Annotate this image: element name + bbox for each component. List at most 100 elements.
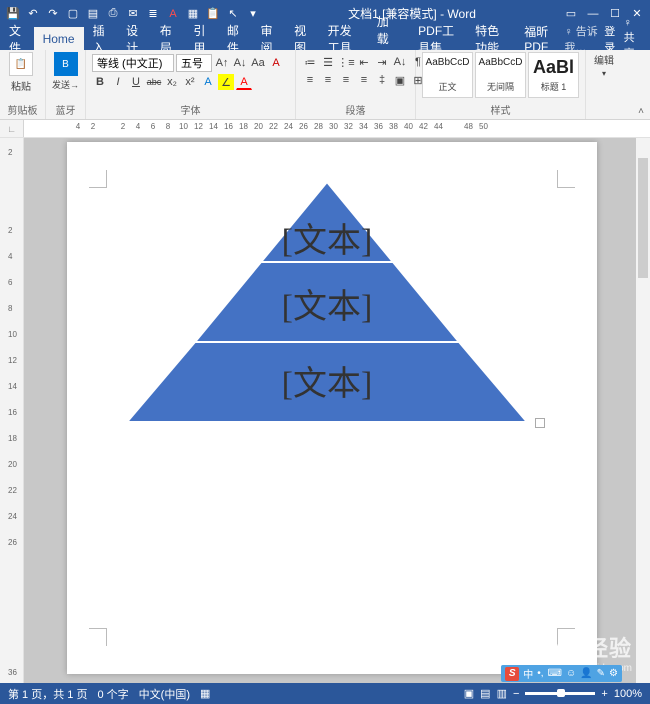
- cropmark-icon: [557, 628, 575, 646]
- ime-lang[interactable]: 中: [523, 666, 533, 681]
- ime-punct-icon[interactable]: •,: [537, 668, 543, 679]
- ribbon-tabs: 文件 Home 插入 设计 布局 引用 邮件 审阅 视图 开发工具 加载项 PD…: [0, 27, 650, 50]
- document-area[interactable]: [文本] [文本] [文本]: [24, 138, 650, 683]
- collapse-ribbon-icon[interactable]: ˄: [638, 106, 644, 117]
- strike-button[interactable]: abc: [146, 74, 162, 90]
- indent-dec-button[interactable]: ⇤: [356, 54, 372, 70]
- horizontal-ruler[interactable]: 4224681012141618202224262830323436384042…: [24, 120, 650, 137]
- align-left-button[interactable]: ≡: [302, 72, 318, 88]
- highlight-button[interactable]: ∠: [218, 74, 234, 90]
- tab-addins[interactable]: 加载项: [368, 27, 409, 50]
- justify-button[interactable]: ≡: [356, 72, 372, 88]
- maximize-icon[interactable]: ☐: [606, 5, 624, 23]
- bluetooth-send-button[interactable]: B 发送→: [52, 52, 79, 91]
- tab-references[interactable]: 引用: [184, 27, 218, 50]
- more-icon[interactable]: ▾: [244, 5, 262, 23]
- ime-tool-icon[interactable]: ⚙: [609, 668, 618, 679]
- mail-icon[interactable]: ✉: [124, 5, 142, 23]
- fontcolor-icon[interactable]: A: [164, 5, 182, 23]
- new-icon[interactable]: ▢: [64, 5, 82, 23]
- ribbon-options-icon[interactable]: ▭: [562, 5, 580, 23]
- undo-icon[interactable]: ↶: [24, 5, 42, 23]
- align-right-button[interactable]: ≡: [338, 72, 354, 88]
- group-editing: 编辑▾: [586, 50, 622, 119]
- bullets-icon[interactable]: ≣: [144, 5, 162, 23]
- vertical-scrollbar[interactable]: [636, 138, 650, 683]
- clear-format-button[interactable]: A: [268, 55, 284, 71]
- tab-insert[interactable]: 插入: [84, 27, 118, 50]
- paste-icon[interactable]: 📋: [204, 5, 222, 23]
- zoom-slider[interactable]: [525, 692, 595, 695]
- scrollbar-thumb[interactable]: [638, 158, 648, 278]
- bullets-button[interactable]: ≔: [302, 54, 318, 70]
- italic-button[interactable]: I: [110, 74, 126, 90]
- minimize-icon[interactable]: —: [584, 5, 602, 23]
- font-size-select[interactable]: 五号: [176, 54, 212, 72]
- tab-pdftools[interactable]: PDF工具集: [409, 27, 466, 50]
- pyramid-text-2[interactable]: [文本]: [282, 288, 373, 326]
- table-icon[interactable]: ▦: [184, 5, 202, 23]
- numbering-button[interactable]: ☰: [320, 54, 336, 70]
- view-web-icon[interactable]: ▥: [497, 687, 507, 700]
- grow-font-button[interactable]: A↑: [214, 55, 230, 71]
- tab-design[interactable]: 设计: [117, 27, 151, 50]
- indent-inc-button[interactable]: ⇥: [374, 54, 390, 70]
- ime-emoji-icon[interactable]: ☺: [566, 668, 576, 679]
- print-icon[interactable]: ⎙: [104, 5, 122, 23]
- pyramid-svg: [文本] [文本] [文本]: [127, 182, 527, 422]
- sogou-icon[interactable]: S: [505, 667, 519, 681]
- view-print-icon[interactable]: ▤: [480, 687, 490, 700]
- cursor-handle-icon: [535, 418, 545, 428]
- tab-developer[interactable]: 开发工具: [319, 27, 368, 50]
- status-language[interactable]: 中文(中国): [139, 686, 190, 702]
- macro-icon[interactable]: ▦: [200, 687, 210, 700]
- change-case-button[interactable]: Aa: [250, 55, 266, 71]
- font-name-select[interactable]: 等线 (中文正): [92, 54, 174, 72]
- view-read-icon[interactable]: ▣: [464, 687, 474, 700]
- status-page[interactable]: 第 1 页，共 1 页: [8, 686, 87, 702]
- ime-keyboard-icon[interactable]: ⌨: [548, 668, 562, 679]
- bold-button[interactable]: B: [92, 74, 108, 90]
- paste-button[interactable]: 📋 粘贴: [6, 52, 36, 93]
- sort-button[interactable]: A↓: [392, 54, 408, 70]
- pointer-icon[interactable]: ↖: [224, 5, 242, 23]
- align-center-button[interactable]: ≡: [320, 72, 336, 88]
- style-normal[interactable]: AaBbCcD 正文: [422, 52, 473, 98]
- multilevel-button[interactable]: ⋮≡: [338, 54, 354, 70]
- zoom-level[interactable]: 100%: [614, 688, 642, 700]
- tab-home[interactable]: Home: [34, 27, 84, 50]
- vertical-ruler[interactable]: 2246810121416182022242636: [0, 138, 24, 683]
- ime-user-icon[interactable]: 👤: [580, 668, 592, 679]
- tab-layout[interactable]: 布局: [151, 27, 185, 50]
- smartart-pyramid[interactable]: [文本] [文本] [文本]: [127, 182, 527, 422]
- tab-view[interactable]: 视图: [285, 27, 319, 50]
- tab-mailings[interactable]: 邮件: [218, 27, 252, 50]
- window-title: 文档1 [兼容模式] - Word: [262, 5, 562, 22]
- style-heading1[interactable]: AaBl 标题 1: [528, 52, 579, 98]
- line-spacing-button[interactable]: ‡: [374, 72, 390, 88]
- font-color-button[interactable]: A: [236, 74, 252, 90]
- tab-features[interactable]: 特色功能: [466, 27, 515, 50]
- save-icon[interactable]: 💾: [4, 5, 22, 23]
- ime-skin-icon[interactable]: ✎: [597, 668, 605, 679]
- cropmark-icon: [557, 170, 575, 188]
- ime-bar[interactable]: S 中 •, ⌨ ☺ 👤 ✎ ⚙: [501, 665, 622, 682]
- pyramid-text-3[interactable]: [文本]: [282, 365, 373, 403]
- underline-button[interactable]: U: [128, 74, 144, 90]
- tab-foxit[interactable]: 福昕PDF: [515, 27, 564, 50]
- subscript-button[interactable]: x₂: [164, 74, 180, 90]
- superscript-button[interactable]: x²: [182, 74, 198, 90]
- pyramid-text-1[interactable]: [文本]: [282, 222, 373, 260]
- tab-review[interactable]: 审阅: [251, 27, 285, 50]
- tab-file[interactable]: 文件: [0, 27, 34, 50]
- open-icon[interactable]: ▤: [84, 5, 102, 23]
- zoom-out-button[interactable]: −: [513, 688, 519, 700]
- shading-button[interactable]: ▣: [392, 72, 408, 88]
- status-words[interactable]: 0 个字: [97, 686, 128, 702]
- text-effects-button[interactable]: A: [200, 74, 216, 90]
- style-nospacing[interactable]: AaBbCcD 无间隔: [475, 52, 526, 98]
- zoom-in-button[interactable]: +: [601, 688, 607, 700]
- shrink-font-button[interactable]: A↓: [232, 55, 248, 71]
- redo-icon[interactable]: ↷: [44, 5, 62, 23]
- editing-button[interactable]: 编辑▾: [592, 52, 616, 78]
